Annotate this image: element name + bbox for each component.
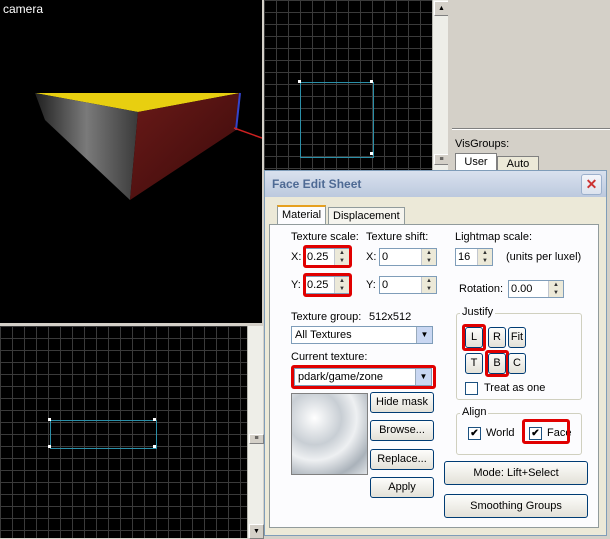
lightmap-scale-spinner[interactable]: 16 ▲ ▼ (455, 248, 493, 266)
texture-size-label: 512x512 (369, 311, 412, 323)
highlight-box (303, 245, 352, 268)
rotation-label: Rotation: (459, 283, 504, 295)
brush-selection-box (50, 420, 157, 449)
justify-top-button[interactable]: T (465, 353, 483, 374)
texture-shift-x-label: X: (366, 251, 377, 263)
top-viewport-scrollbar[interactable]: ▲ ≡ (432, 0, 449, 170)
side-viewport-scrollbar[interactable]: ≡ ▼ (247, 326, 264, 539)
align-world-label: World (486, 427, 515, 439)
dialog-titlebar[interactable]: Face Edit Sheet ✕ (265, 171, 606, 197)
selection-handle[interactable] (153, 418, 156, 421)
dialog-title: Face Edit Sheet (272, 177, 362, 191)
close-icon[interactable]: ✕ (581, 174, 602, 195)
highlight-box (485, 350, 509, 377)
mode-lift-select-button[interactable]: Mode: Lift+Select (444, 461, 588, 485)
lightmap-scale-label: Lightmap scale: (455, 231, 533, 243)
selection-handle[interactable] (48, 445, 51, 448)
highlight-box (522, 419, 570, 444)
texture-group-value: All Textures (295, 329, 352, 341)
visgroups-tab-user[interactable]: User (455, 153, 497, 171)
browse-button[interactable]: Browse... (370, 420, 434, 441)
highlight-box (291, 365, 436, 389)
replace-button[interactable]: Replace... (370, 449, 434, 470)
texture-shift-x-spinner[interactable]: 0 ▲ ▼ (379, 248, 437, 266)
visgroups-label: VisGroups: (455, 138, 510, 150)
current-texture-label: Current texture: (291, 351, 368, 363)
justify-label: Justify (460, 306, 496, 318)
spin-arrows-icon[interactable]: ▲ ▼ (421, 277, 436, 293)
selection-handle[interactable] (370, 152, 373, 155)
align-world-checkbox[interactable]: ✔ (468, 427, 481, 440)
camera-viewport[interactable]: camera (0, 0, 262, 323)
treat-as-one-checkbox[interactable] (465, 382, 478, 395)
side-2d-viewport[interactable] (0, 326, 247, 538)
spin-arrows-icon[interactable]: ▲ ▼ (421, 249, 436, 265)
scroll-thumb[interactable]: ≡ (434, 154, 449, 165)
texture-scale-label: Texture scale: (291, 231, 359, 243)
tab-material[interactable]: Material (277, 205, 327, 226)
texture-shift-y-label: Y: (366, 279, 376, 291)
chevron-down-icon[interactable]: ▼ (416, 327, 432, 343)
scroll-thumb[interactable]: ≡ (249, 434, 264, 444)
texture-shift-y-value: 0 (382, 279, 389, 291)
texture-scale-x-label: X: (291, 251, 302, 263)
apply-button[interactable]: Apply (370, 477, 434, 498)
right-panel: VisGroups: User Auto (448, 0, 610, 171)
brush-selection-box (300, 82, 374, 158)
selection-handle[interactable] (48, 418, 51, 421)
hide-mask-button[interactable]: Hide mask (370, 392, 434, 413)
texture-preview-image (291, 393, 368, 475)
lightmap-units-label: (units per luxel) (506, 251, 582, 263)
spin-arrows-icon[interactable]: ▲ ▼ (477, 249, 492, 265)
texture-group-label: Texture group: (291, 311, 362, 323)
lightmap-scale-value: 16 (458, 251, 471, 263)
spin-arrows-icon[interactable]: ▲ ▼ (548, 281, 563, 297)
selection-handle[interactable] (153, 445, 156, 448)
scroll-down-icon[interactable]: ▼ (249, 524, 264, 539)
material-tab-panel: Texture scale: X: 0.25 ▲ ▼ Y: 0.25 ▲ ▼ Tex… (269, 224, 599, 528)
rotation-spinner[interactable]: 0.00 ▲ ▼ (508, 280, 564, 298)
texture-shift-x-value: 0 (382, 251, 389, 263)
rotation-value: 0.00 (511, 283, 533, 295)
align-label: Align (460, 406, 489, 418)
tab-displacement[interactable]: Displacement (328, 207, 405, 225)
texture-shift-y-spinner[interactable]: 0 ▲ ▼ (379, 276, 437, 294)
brush-3d-render (35, 92, 262, 200)
texture-shift-label: Texture shift: (366, 231, 429, 243)
selection-handle[interactable] (370, 80, 373, 83)
justify-fit-button[interactable]: Fit (508, 327, 526, 348)
top-2d-viewport[interactable] (264, 0, 432, 170)
highlight-box (462, 324, 486, 351)
justify-center-button[interactable]: C (508, 353, 526, 374)
treat-as-one-label: Treat as one (484, 382, 546, 394)
panel-divider (452, 128, 610, 130)
face-edit-sheet-dialog: Face Edit Sheet ✕ Material Displacement … (264, 170, 607, 536)
texture-scale-y-label: Y: (291, 279, 301, 291)
highlight-box (303, 273, 352, 297)
justify-right-button[interactable]: R (488, 327, 506, 348)
visgroups-tab-auto[interactable]: Auto (497, 156, 539, 171)
texture-group-select[interactable]: All Textures ▼ (291, 326, 433, 344)
selection-handle[interactable] (298, 80, 301, 83)
scroll-up-icon[interactable]: ▲ (434, 1, 449, 16)
smoothing-groups-button[interactable]: Smoothing Groups (444, 494, 588, 518)
